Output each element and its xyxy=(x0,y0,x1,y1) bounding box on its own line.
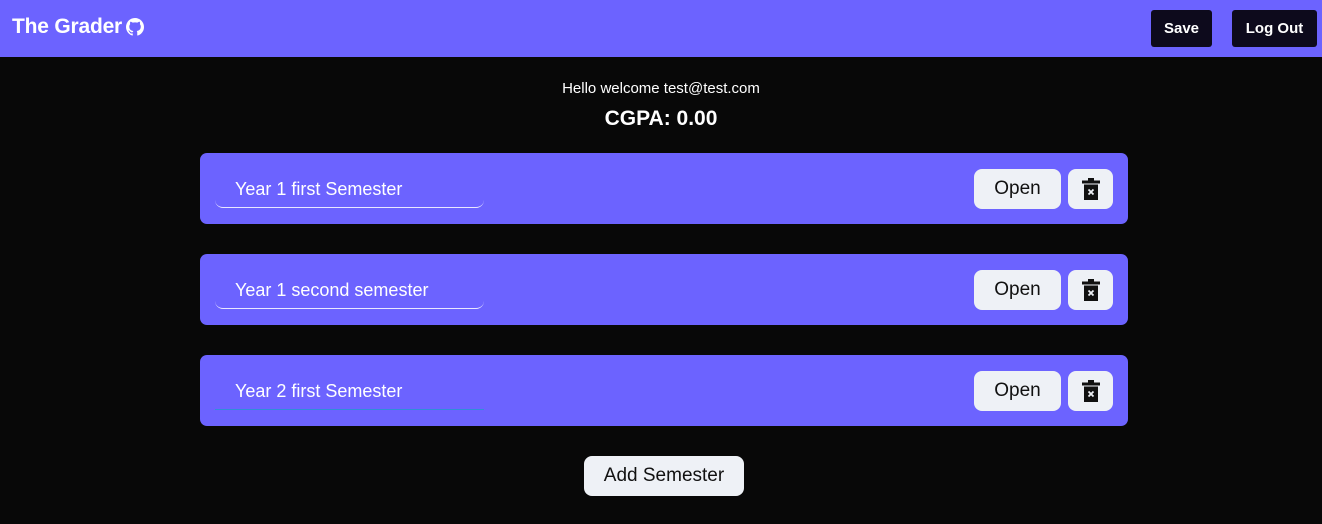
trash-icon xyxy=(1081,380,1100,402)
trash-icon xyxy=(1081,279,1100,301)
semester-card: Open xyxy=(200,153,1128,224)
semester-name-input[interactable] xyxy=(215,173,484,208)
logout-button[interactable]: Log Out xyxy=(1232,10,1317,47)
brand[interactable]: The Grader xyxy=(12,15,145,39)
cgpa-display: CGPA: 0.00 xyxy=(604,107,718,130)
add-semester-button[interactable]: Add Semester xyxy=(584,456,744,496)
open-semester-button[interactable]: Open xyxy=(974,371,1061,411)
app-title: The Grader xyxy=(12,15,123,38)
semester-card: Open xyxy=(200,254,1128,325)
semester-card: Open xyxy=(200,355,1128,426)
open-semester-button[interactable]: Open xyxy=(974,270,1061,310)
github-icon[interactable] xyxy=(126,18,145,36)
delete-semester-button[interactable] xyxy=(1068,270,1113,310)
welcome-message: Hello welcome test@test.com xyxy=(562,80,760,97)
delete-semester-button[interactable] xyxy=(1068,169,1113,209)
semester-name-input[interactable] xyxy=(215,274,484,309)
trash-icon xyxy=(1081,178,1100,200)
open-semester-button[interactable]: Open xyxy=(974,169,1061,209)
navbar: The Grader Save Log Out xyxy=(0,0,1322,57)
save-button[interactable]: Save xyxy=(1151,10,1212,47)
delete-semester-button[interactable] xyxy=(1068,371,1113,411)
semester-name-input[interactable] xyxy=(215,375,484,410)
